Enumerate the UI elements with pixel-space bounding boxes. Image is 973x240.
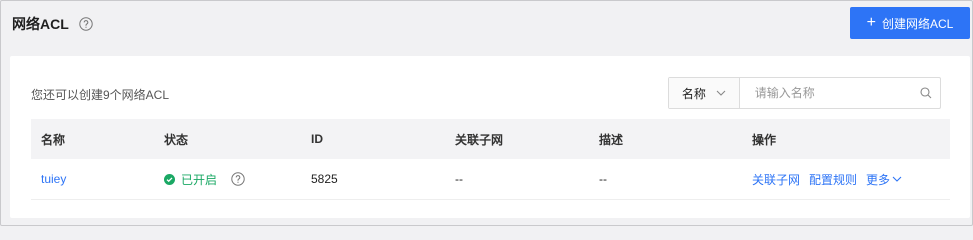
search-icon[interactable]	[912, 78, 940, 108]
id-cell: 5825	[311, 172, 338, 186]
search-box: 名称	[668, 77, 941, 109]
status-cell: 已开启	[164, 171, 301, 188]
help-icon[interactable]	[79, 17, 93, 31]
content-card: 您还可以创建9个网络ACL 名称 名称 状态 ID 关联子网 描述 操作 tui…	[10, 56, 970, 218]
more-dropdown[interactable]: 更多	[866, 171, 902, 188]
search-field-label: 名称	[681, 86, 706, 101]
quota-text: 您还可以创建9个网络ACL	[31, 88, 170, 102]
page-header: 网络ACL	[12, 12, 93, 36]
header-description: 描述	[599, 132, 624, 147]
chevron-down-icon	[716, 90, 726, 96]
search-input[interactable]	[739, 78, 912, 108]
help-icon[interactable]	[231, 172, 245, 186]
search-field-select[interactable]: 名称	[669, 78, 740, 108]
row-actions: 关联子网 配置规则 更多	[752, 171, 950, 188]
header-status: 状态	[164, 132, 189, 147]
associate-subnet-link[interactable]: 关联子网	[752, 171, 800, 188]
header-id: ID	[311, 132, 323, 146]
status-text: 已开启	[181, 172, 218, 187]
subnets-cell: --	[455, 172, 463, 186]
create-acl-button-label: 创建网络ACL	[881, 16, 954, 31]
header-subnets: 关联子网	[455, 132, 504, 147]
page-title: 网络ACL	[12, 16, 69, 32]
create-acl-button[interactable]: + 创建网络ACL	[850, 7, 970, 39]
plus-icon: +	[866, 14, 876, 31]
chevron-down-icon	[892, 176, 902, 182]
description-cell: --	[599, 172, 607, 186]
check-circle-icon	[164, 173, 175, 185]
more-label: 更多	[866, 172, 891, 187]
configure-rules-link[interactable]: 配置规则	[809, 171, 857, 188]
header-name: 名称	[41, 132, 66, 147]
header-actions: 操作	[752, 132, 777, 147]
acl-table: 名称 状态 ID 关联子网 描述 操作 tuiey 已开启 5825 -- --…	[31, 119, 950, 200]
table-header: 名称 状态 ID 关联子网 描述 操作	[31, 119, 950, 159]
acl-name-link[interactable]: tuiey	[41, 172, 66, 186]
table-row: tuiey 已开启 5825 -- -- 关联子网 配置规则 更多	[31, 159, 950, 200]
